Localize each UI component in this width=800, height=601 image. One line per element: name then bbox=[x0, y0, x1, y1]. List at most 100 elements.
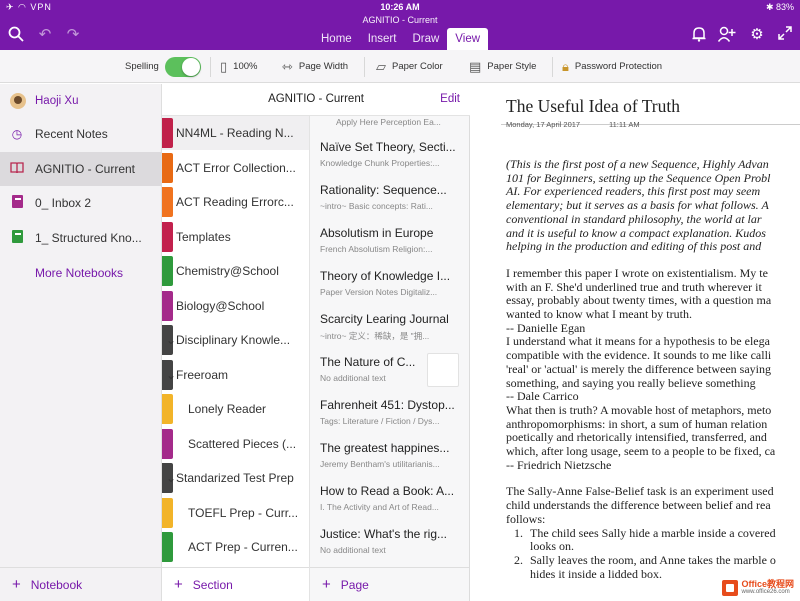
page-title: Absolutism in Europe bbox=[320, 226, 434, 240]
quote-line: poetically and rhetorically intensified,… bbox=[506, 430, 767, 445]
page-item[interactable]: Absolutism in Europe French Absolutism R… bbox=[310, 220, 469, 263]
section-color-tab bbox=[162, 497, 173, 528]
password-protection-label: Password Protection bbox=[574, 61, 663, 72]
section-group-test-prep[interactable]: ⌄ Standarized Test Prep bbox=[162, 461, 309, 495]
notebook-item-recent-notes[interactable]: ◷ Recent Notes bbox=[0, 117, 161, 151]
notebook-item-agnitio[interactable]: AGNITIO - Current bbox=[0, 152, 161, 186]
page-width-button[interactable]: ⇿ Page Width bbox=[282, 50, 348, 83]
section-color-tab bbox=[162, 428, 173, 459]
section-item[interactable]: Lonely Reader bbox=[162, 392, 309, 426]
note-body[interactable]: (This is the first post of a new Sequenc… bbox=[506, 157, 800, 581]
section-label: ACT Error Collection... bbox=[176, 160, 296, 175]
section-item[interactable]: NN4ML - Reading N... bbox=[162, 116, 309, 150]
list-item-text: hides it inside a lidded box. bbox=[530, 566, 662, 581]
page-preview: Jeremy Bentham's utilitarianis... bbox=[320, 459, 440, 469]
page-item[interactable]: How to Read a Book: A... I. The Activity… bbox=[310, 478, 469, 521]
page-title: Scarcity Learing Journal bbox=[320, 312, 449, 326]
spelling-label: Spelling bbox=[125, 61, 159, 72]
section-label: TOEFL Prep - Curr... bbox=[188, 505, 299, 520]
page-title: Theory of Knowledge I... bbox=[320, 269, 451, 283]
page-item[interactable]: The greatest happines... Jeremy Bentham'… bbox=[310, 435, 469, 478]
edit-button[interactable]: Edit bbox=[440, 93, 460, 105]
page-title: How to Read a Book: A... bbox=[320, 484, 455, 498]
quote-line: something, and saying you really believe… bbox=[506, 375, 756, 390]
quote-line: which, after long usage, seem to a peopl… bbox=[506, 444, 776, 459]
gear-icon[interactable]: ⚙ bbox=[748, 26, 766, 44]
redo-icon[interactable]: ↷ bbox=[64, 26, 82, 44]
window-title: AGNITIO - Current bbox=[362, 15, 438, 25]
page-item[interactable]: Scarcity Learing Journal ~intro~ 定义：稀缺，是… bbox=[310, 306, 469, 349]
more-notebooks-link[interactable]: More Notebooks bbox=[35, 266, 123, 280]
notebook-item-structured-knowledge[interactable]: 1_ Structured Kno... bbox=[0, 221, 161, 255]
watermark-line: www.office26.com bbox=[741, 589, 790, 595]
plus-icon: + bbox=[174, 576, 183, 593]
section-label: Biology@School bbox=[176, 298, 265, 313]
intro-line: 101 for Beginners, setting up the Sequen… bbox=[506, 170, 771, 185]
intro-line: conventional in standard philosophy, the… bbox=[506, 211, 762, 226]
page-item-partial[interactable]: Apply Here Perception Ea... bbox=[310, 108, 469, 130]
user-name: Haoji Xu bbox=[35, 95, 79, 107]
page-preview: Knowledge Chunk Properties:... bbox=[320, 158, 440, 168]
add-person-icon[interactable] bbox=[717, 26, 736, 44]
paper-style-button[interactable]: ▤ Paper Style bbox=[469, 50, 536, 83]
status-bar: ✈ ◠ VPN 10:26 AM ✱ 83% bbox=[0, 0, 800, 14]
notebook-label: 1_ Structured Kno... bbox=[35, 231, 142, 245]
page-item[interactable]: The Nature of C... No additional text bbox=[310, 349, 469, 392]
spelling-toggle[interactable] bbox=[164, 56, 201, 77]
tab-view[interactable]: View bbox=[447, 28, 489, 50]
section-label: Disciplinary Knowle... bbox=[176, 333, 291, 347]
app-toolbar: ✈ ◠ VPN 10:26 AM ✱ 83% AGNITIO - Current… bbox=[0, 0, 800, 50]
page-icon: ▯ bbox=[220, 58, 228, 74]
intro-line: (This is the first post of a new Sequenc… bbox=[506, 157, 769, 171]
section-label: ACT Prep - Curren... bbox=[188, 540, 298, 554]
add-page-button[interactable]: + Page bbox=[310, 567, 469, 601]
section-item[interactable]: ACT Error Collection... bbox=[162, 151, 309, 185]
page-item[interactable]: Theory of Knowledge I... Paper Version N… bbox=[310, 263, 469, 306]
section-item[interactable]: ACT Reading Errorc... bbox=[162, 185, 309, 219]
page-item[interactable]: Naïve Set Theory, Secti... Knowledge Chu… bbox=[310, 134, 469, 177]
paper-color-button[interactable]: ▱ Paper Color bbox=[376, 50, 443, 83]
add-section-label: Section bbox=[192, 577, 233, 592]
tab-home[interactable]: Home bbox=[313, 28, 360, 50]
section-group-freeroam[interactable]: ⌄ Freeroam bbox=[162, 358, 309, 392]
page-item[interactable]: Justice: What's the rig... No additional… bbox=[310, 521, 469, 564]
body-line: The Sally-Anne False-Belief task is an e… bbox=[506, 484, 774, 499]
section-group-disciplinary[interactable]: ⌄ Disciplinary Knowle... bbox=[162, 323, 309, 357]
section-item[interactable]: Scattered Pieces (... bbox=[162, 427, 309, 461]
tab-insert[interactable]: Insert bbox=[360, 28, 405, 50]
divider bbox=[364, 57, 365, 77]
quote-line: compatible with the evidence. It sounds … bbox=[506, 348, 772, 363]
page-preview: Apply Here Perception Ea... bbox=[336, 117, 441, 127]
section-item[interactable]: Chemistry@School bbox=[162, 254, 309, 288]
section-color-tab bbox=[162, 532, 173, 562]
note-time: 11:11 AM bbox=[609, 120, 640, 129]
notebook-label: AGNITIO - Current bbox=[35, 162, 136, 176]
undo-icon[interactable]: ↶ bbox=[36, 26, 54, 44]
quote-line: -- Dale Carrico bbox=[506, 389, 579, 404]
section-item[interactable]: Biology@School bbox=[162, 289, 309, 323]
spelling-control: Spelling bbox=[125, 50, 201, 83]
note-title[interactable]: The Useful Idea of Truth bbox=[506, 96, 680, 117]
pages-pane: Apply Here Perception Ea... Naïve Set Th… bbox=[310, 116, 470, 601]
note-canvas[interactable]: The Useful Idea of Truth Monday, 17 Apri… bbox=[471, 84, 800, 601]
notebook-item-inbox[interactable]: 0_ Inbox 2 bbox=[0, 186, 161, 220]
add-section-button[interactable]: + Section bbox=[162, 567, 309, 601]
page-preview: French Absolutism Religion:... bbox=[320, 244, 433, 254]
page-title: Rationality: Sequence... bbox=[320, 183, 447, 197]
tab-draw[interactable]: Draw bbox=[404, 28, 447, 50]
section-item[interactable]: Templates bbox=[162, 220, 309, 254]
search-icon[interactable] bbox=[7, 26, 25, 44]
section-item[interactable]: TOEFL Prep - Curr... bbox=[162, 496, 309, 530]
expand-icon[interactable] bbox=[776, 26, 794, 44]
page-item[interactable]: Fahrenheit 451: Dystop... Tags: Literatu… bbox=[310, 392, 469, 435]
chevron-down-icon: ⌄ bbox=[166, 471, 177, 485]
zoom-button[interactable]: ▯ 100% bbox=[220, 50, 257, 83]
bell-icon[interactable] bbox=[690, 26, 708, 44]
add-notebook-button[interactable]: + Notebook bbox=[0, 567, 161, 601]
section-item[interactable]: ACT Prep - Curren... bbox=[162, 530, 309, 564]
user-account[interactable]: Haoji Xu bbox=[10, 92, 78, 110]
section-color-tab bbox=[162, 221, 173, 252]
page-item[interactable]: Rationality: Sequence... ~intro~ Basic c… bbox=[310, 177, 469, 220]
password-protection-button[interactable]: 🔒︎ Password Protection bbox=[562, 50, 662, 83]
